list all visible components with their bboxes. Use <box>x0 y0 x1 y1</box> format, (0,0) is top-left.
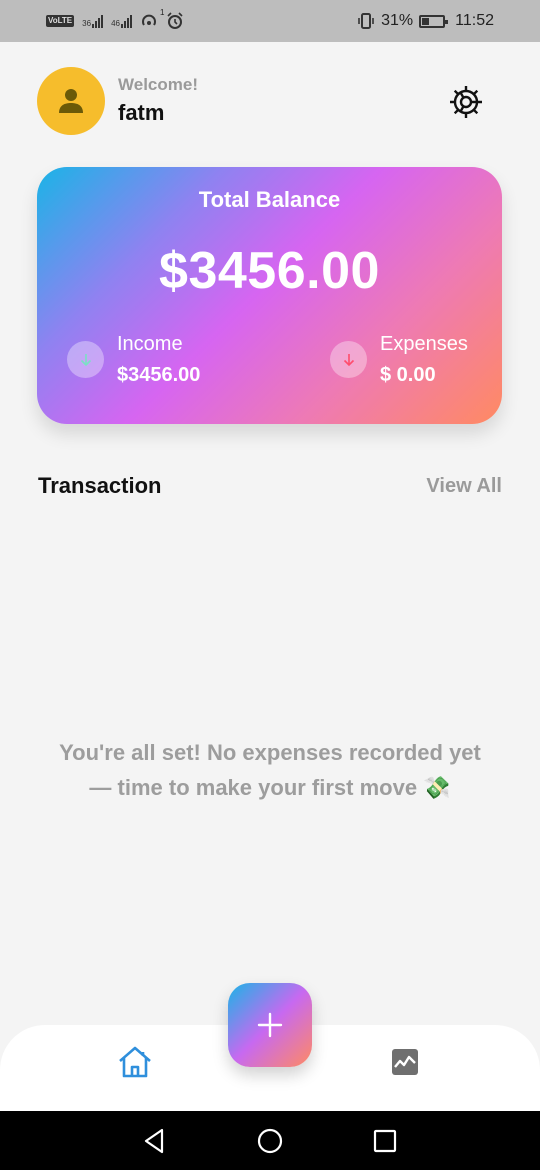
expenses-value: $ 0.00 <box>380 364 436 386</box>
system-home-button[interactable] <box>256 1127 284 1155</box>
home-circle-icon <box>257 1128 283 1154</box>
status-right: 31% 11:52 <box>357 12 494 30</box>
income-icon-badge <box>67 341 104 378</box>
expenses-label: Expenses <box>380 333 468 355</box>
nav-stats-button[interactable] <box>389 1046 421 1078</box>
volte-badge: VoLTE <box>46 15 75 27</box>
back-triangle-icon <box>144 1128 164 1154</box>
clock: 11:52 <box>455 12 494 29</box>
arrow-down-icon <box>343 353 354 366</box>
status-bar: VoLTE 36 46 1 31% 11:52 <box>0 0 540 42</box>
chart-icon <box>392 1049 418 1075</box>
hotspot-icon <box>141 14 156 26</box>
total-balance-amount: $3456.00 <box>159 242 380 300</box>
income-value: $3456.00 <box>117 364 201 386</box>
expenses-icon-badge <box>330 341 367 378</box>
card-title: Total Balance <box>198 187 341 212</box>
username: fatm <box>118 100 165 125</box>
signal-bars-icon <box>120 14 132 28</box>
signal-bars-icon <box>92 14 104 28</box>
nav-home-button[interactable] <box>117 1044 153 1080</box>
signal-2: 46 <box>111 14 132 28</box>
system-recents-button[interactable] <box>371 1127 399 1155</box>
settings-button[interactable] <box>446 82 486 122</box>
arrow-down-icon <box>80 353 91 366</box>
network-type-2: 46 <box>111 19 120 28</box>
avatar[interactable] <box>37 67 105 135</box>
person-icon <box>59 89 83 113</box>
welcome-text: Welcome! <box>118 75 198 94</box>
empty-state-message: You're all set! No expenses recorded yet… <box>30 735 510 805</box>
balance-card: Total Balance $3456.00 Income $3456.00 E… <box>37 167 502 424</box>
alarm-count: 1 <box>159 8 165 17</box>
battery-percent: 31% <box>381 12 414 29</box>
vibrate-icon <box>358 13 374 29</box>
add-transaction-button[interactable] <box>228 983 312 1067</box>
income-label: Income <box>117 333 183 355</box>
gear-icon <box>450 86 482 118</box>
empty-state-line-2: — time to make your first move 💸 <box>89 775 451 800</box>
plus-icon <box>257 1012 283 1038</box>
alarm: 1 <box>160 8 184 30</box>
battery-icon <box>419 14 449 28</box>
system-back-button[interactable] <box>140 1127 168 1155</box>
signal-1: 36 <box>82 14 104 28</box>
transactions-title: Transaction <box>38 473 162 498</box>
alarm-icon <box>167 12 183 29</box>
home-icon <box>119 1046 151 1078</box>
empty-state-line-1: You're all set! No expenses recorded yet <box>59 740 481 765</box>
recents-square-icon <box>373 1129 397 1153</box>
status-left: VoLTE 36 46 1 <box>46 8 184 30</box>
view-all-link[interactable]: View All <box>426 475 502 498</box>
network-type-1: 36 <box>82 19 92 28</box>
